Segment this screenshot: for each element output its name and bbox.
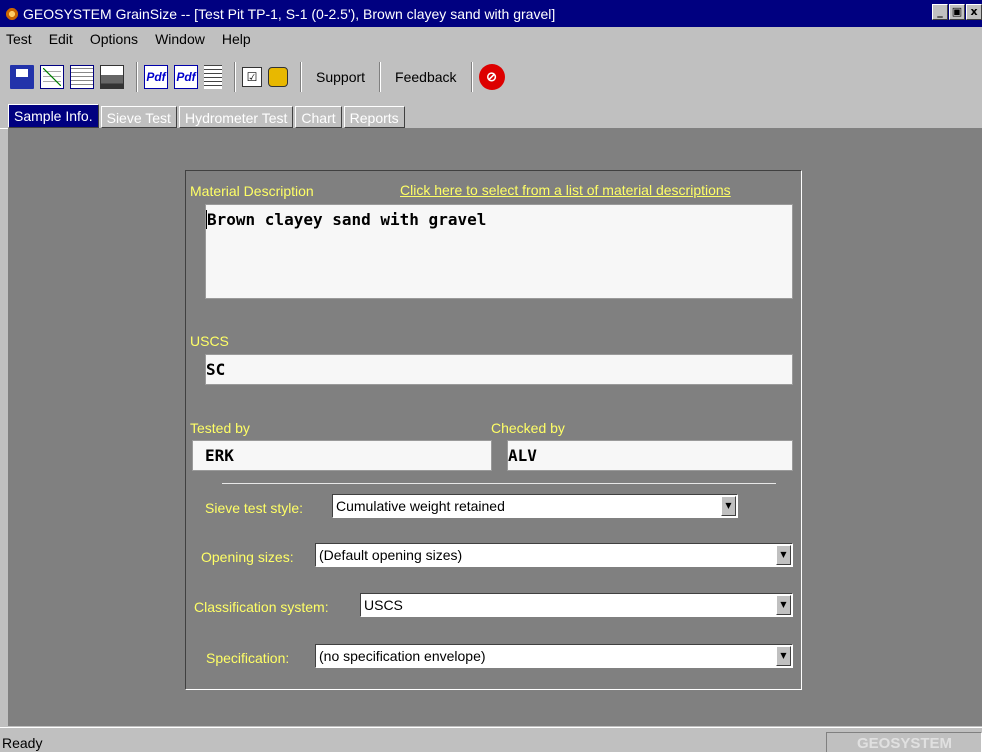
status-bar: Ready GEOSYSTEM bbox=[0, 727, 982, 752]
title-bar: GEOSYSTEM GrainSize -- [Test Pit TP-1, S… bbox=[0, 0, 982, 27]
classification-system-select[interactable]: USCS ▼ bbox=[360, 593, 793, 617]
support-button[interactable]: Support bbox=[308, 69, 373, 85]
menu-edit[interactable]: Edit bbox=[49, 31, 73, 47]
specification-value: (no specification envelope) bbox=[319, 648, 486, 664]
toolbar-separator bbox=[136, 62, 138, 92]
brand-logo: GEOSYSTEM bbox=[826, 732, 982, 752]
material-description-text: Brown clayey sand with gravel bbox=[206, 210, 487, 229]
toolbar-separator bbox=[300, 62, 302, 92]
sieve-test-style-select[interactable]: Cumulative weight retained ▼ bbox=[332, 494, 738, 518]
notes-icon[interactable] bbox=[268, 67, 288, 87]
checked-by-label: Checked by bbox=[491, 420, 565, 436]
menu-options[interactable]: Options bbox=[90, 31, 138, 47]
classification-system-value: USCS bbox=[364, 597, 403, 613]
specification-label: Specification: bbox=[206, 650, 290, 666]
tab-reports[interactable]: Reports bbox=[343, 106, 405, 128]
chevron-down-icon[interactable]: ▼ bbox=[776, 545, 791, 565]
material-description-label: Material Description bbox=[190, 183, 314, 199]
sieve-test-style-label: Sieve test style: bbox=[205, 500, 304, 516]
app-icon bbox=[5, 6, 19, 21]
feedback-button[interactable]: Feedback bbox=[387, 69, 464, 85]
minimize-button[interactable]: _ bbox=[932, 4, 948, 20]
pdf-report-icon[interactable]: Pdf bbox=[174, 65, 198, 89]
toolbar-separator bbox=[379, 62, 382, 92]
close-button[interactable]: x bbox=[966, 4, 982, 20]
opening-sizes-label: Opening sizes: bbox=[201, 549, 294, 565]
form-divider bbox=[222, 483, 776, 484]
window-controls: _ ▣ x bbox=[932, 4, 982, 20]
classification-system-label: Classification system: bbox=[194, 599, 329, 615]
uscs-field[interactable]: SC bbox=[205, 354, 793, 385]
specification-select[interactable]: (no specification envelope) ▼ bbox=[315, 644, 793, 668]
tab-chart[interactable]: Chart bbox=[295, 106, 342, 128]
toolbar: Pdf Pdf ☑ Support Feedback ⊘ bbox=[0, 54, 982, 100]
chevron-down-icon[interactable]: ▼ bbox=[776, 595, 791, 615]
material-description-field[interactable]: Brown clayey sand with gravel bbox=[205, 204, 793, 299]
toolbar-separator bbox=[470, 62, 473, 92]
tab-bar: Sample Info. Sieve Test Hydrometer Test … bbox=[0, 104, 982, 129]
status-text: Ready bbox=[2, 735, 43, 751]
chart-icon[interactable] bbox=[40, 65, 64, 89]
checklist-icon[interactable]: ☑ bbox=[242, 67, 262, 87]
menu-test[interactable]: Test bbox=[6, 31, 32, 47]
restore-button[interactable]: ▣ bbox=[949, 4, 965, 20]
checked-by-field[interactable]: ALV bbox=[507, 440, 793, 471]
tested-by-field[interactable]: ERK bbox=[192, 440, 492, 471]
tab-sieve-test[interactable]: Sieve Test bbox=[100, 106, 177, 128]
tab-sample-info[interactable]: Sample Info. bbox=[8, 104, 99, 128]
print-icon[interactable] bbox=[100, 65, 124, 89]
table-icon[interactable] bbox=[70, 65, 94, 89]
toolbar-separator bbox=[234, 62, 236, 92]
list-icon[interactable] bbox=[204, 65, 222, 89]
sieve-test-style-value: Cumulative weight retained bbox=[336, 498, 505, 514]
uscs-label: USCS bbox=[190, 333, 229, 349]
tab-hydrometer-test[interactable]: Hydrometer Test bbox=[178, 106, 294, 128]
menu-window[interactable]: Window bbox=[155, 31, 205, 47]
chevron-down-icon[interactable]: ▼ bbox=[776, 646, 791, 666]
material-description-list-link[interactable]: Click here to select from a list of mate… bbox=[400, 182, 731, 198]
save-icon[interactable] bbox=[10, 65, 34, 89]
pdf-export-icon[interactable]: Pdf bbox=[144, 65, 168, 89]
stop-icon[interactable]: ⊘ bbox=[478, 64, 505, 90]
menu-help[interactable]: Help bbox=[222, 31, 251, 47]
window-title: GEOSYSTEM GrainSize -- [Test Pit TP-1, S… bbox=[23, 5, 556, 22]
opening-sizes-select[interactable]: (Default opening sizes) ▼ bbox=[315, 543, 793, 567]
chevron-down-icon[interactable]: ▼ bbox=[721, 496, 736, 516]
opening-sizes-value: (Default opening sizes) bbox=[319, 547, 463, 563]
menu-bar: Test Edit Options Window Help bbox=[0, 27, 982, 51]
tested-by-label: Tested by bbox=[190, 420, 250, 436]
